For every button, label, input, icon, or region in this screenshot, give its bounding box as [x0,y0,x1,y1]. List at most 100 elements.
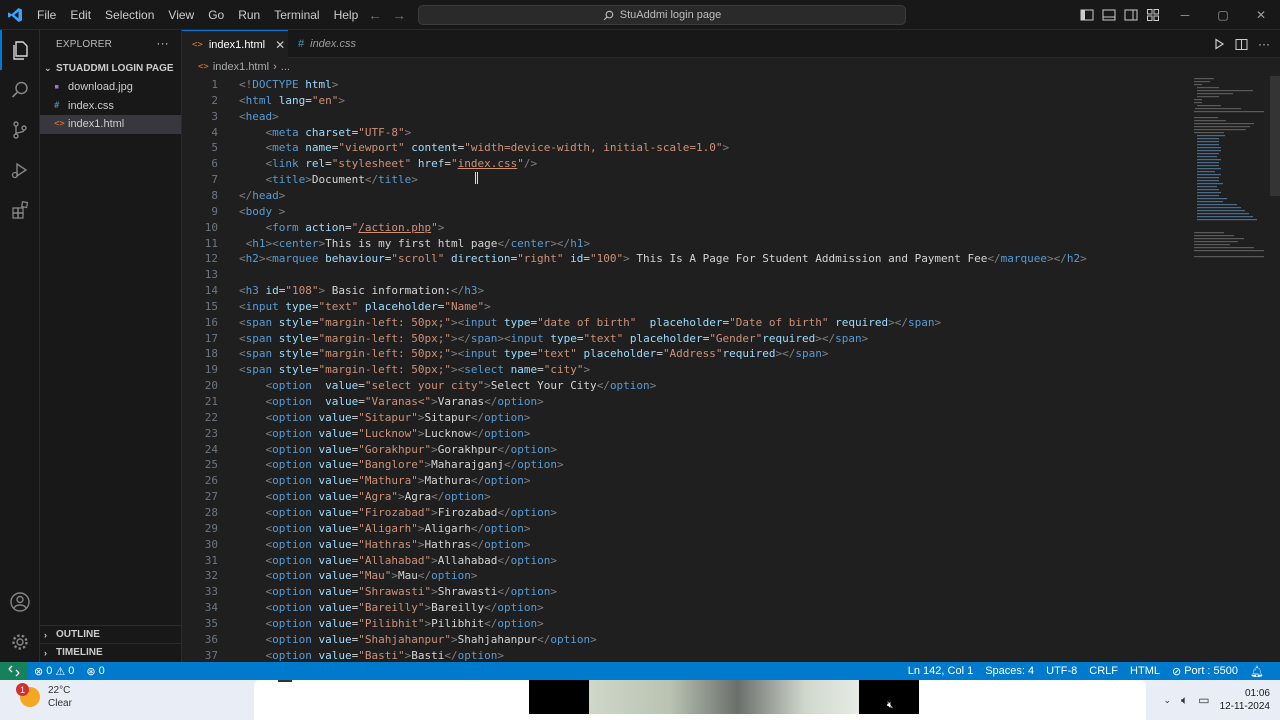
toggle-primary-sidebar-icon[interactable] [1080,8,1094,22]
battery-icon[interactable]: ▭ [1198,693,1209,707]
workspace-folder[interactable]: ⌄ STUADDMI LOGIN PAGE [40,58,181,78]
code-line[interactable]: 26 <option value="Mathura">Mathura</opti… [182,473,1192,489]
code-editor[interactable]: 1 <!DOCTYPE html> 2 <html lang="en"> 3 <head>… [182,76,1192,662]
code-line[interactable]: 3 <head> [182,109,1192,125]
editor-scrollbar[interactable] [1268,76,1280,662]
run-debug-icon[interactable] [0,150,40,190]
code-line[interactable]: 10 <form action="/action.php"> [182,220,1192,236]
scrollbar-thumb[interactable] [1270,76,1280,196]
mute-icon[interactable]: 🔇︎ [887,700,893,711]
ports-indicator[interactable]: ⊛ 0 [80,665,110,678]
timeline-section[interactable]: › TIMELINE [40,643,182,661]
code-line[interactable]: 36 <option value="Shahjahanpur">Shahjaha… [182,632,1192,648]
manage-gear-icon[interactable] [0,622,40,662]
code-line[interactable]: 27 <option value="Agra">Agra</option> [182,489,1192,505]
code-line[interactable]: 22 <option value="Sitapur">Sitapur</opti… [182,410,1192,426]
code-line[interactable]: 29 <option value="Aligarh">Aligarh</opti… [182,521,1192,537]
accounts-icon[interactable] [0,582,40,622]
problems-indicator[interactable]: ⊗ 0 ⚠ 0 [28,665,80,678]
code-line[interactable]: 33 <option value="Shrawasti">Shrawasti</… [182,584,1192,600]
more-actions-icon[interactable]: ··· [1258,37,1270,51]
menu-file[interactable]: File [30,0,63,30]
outline-section[interactable]: › OUTLINE [40,625,182,643]
code-line[interactable]: 5 <meta name="viewport" content="width=d… [182,140,1192,156]
customize-layout-icon[interactable] [1146,8,1160,22]
code-line[interactable]: 30 <option value="Hathras">Hathras</opti… [182,537,1192,553]
explorer-icon[interactable] [0,30,40,70]
code-line[interactable]: 17 <span style="margin-left: 50px;"></spa… [182,331,1192,347]
code-line[interactable]: 19 <span style="margin-left: 50px;"><sele… [182,362,1192,378]
menu-run[interactable]: Run [231,0,267,30]
code-line[interactable]: 11 <h1><center>This is my first html pag… [182,236,1192,252]
code-line[interactable]: 8 </head> [182,188,1192,204]
code-line[interactable]: 31 <option value="Allahabad">Allahabad</… [182,553,1192,569]
extensions-icon[interactable] [0,190,40,230]
minimap[interactable] [1192,76,1268,662]
code-line[interactable]: 4 <meta charset="UTF-8"> [182,125,1192,141]
back-arrow-icon[interactable]: ← [368,7,382,23]
code-line[interactable]: 2 <html lang="en"> [182,93,1192,109]
close-window-icon[interactable]: ✕ [1242,0,1280,30]
code-line[interactable]: 24 <option value="Gorakhpur">Gorakhpur</… [182,442,1192,458]
command-center-search[interactable]: StuAddmi login page [418,5,906,25]
code-line[interactable]: 18 <span style="margin-left: 50px;"><inpu… [182,346,1192,362]
code-line[interactable]: 20 <option value="select your city">Sele… [182,378,1192,394]
clock[interactable]: 01:06 12-11-2024 [1220,687,1270,713]
more-actions-icon[interactable]: ··· [156,36,169,50]
breadcrumb-file[interactable]: index1.html [213,61,269,73]
volume-icon[interactable]: 🔈︎ [1181,693,1188,708]
indentation[interactable]: Spaces: 4 [979,665,1040,677]
chevron-up-icon[interactable]: ⌄ [1163,695,1171,706]
code-line[interactable]: 25 <option value="Banglore">Maharajganj<… [182,457,1192,473]
code-line[interactable]: 14 <h3 id="108"> Basic information:</h3> [182,283,1192,299]
code-line[interactable]: 34 <option value="Bareilly">Bareilly</op… [182,600,1192,616]
code-line[interactable]: 9 <body > [182,204,1192,220]
end-of-line[interactable]: CRLF [1083,665,1124,677]
close-icon[interactable]: ✕ [275,38,285,52]
code-line[interactable]: 35 <option value="Pilibhit">Pilibhit</op… [182,616,1192,632]
menu-edit[interactable]: Edit [63,0,98,30]
code-token: > [583,236,591,250]
code-line[interactable]: 21 <option value="Varanas<">Varanas</opt… [182,394,1192,410]
cursor-position[interactable]: Ln 142, Col 1 [902,665,979,677]
weather-widget[interactable]: 1 22°C Clear [16,683,72,710]
toggle-panel-icon[interactable] [1102,8,1116,22]
language-mode[interactable]: HTML [1124,665,1166,677]
menu-go[interactable]: Go [201,0,231,30]
line-number: 21 [204,395,218,408]
code-line[interactable]: 1 <!DOCTYPE html> [182,77,1192,93]
toggle-secondary-sidebar-icon[interactable] [1124,8,1138,22]
encoding[interactable]: UTF-8 [1040,665,1083,677]
code-line[interactable]: 23 <option value="Lucknow">Lucknow</opti… [182,426,1192,442]
forward-arrow-icon[interactable]: → [392,7,406,23]
notifications-bell-icon[interactable]: 🔔︎ [1244,665,1270,678]
source-control-icon[interactable] [0,110,40,150]
breadcrumb-more[interactable]: ... [281,61,290,73]
remote-indicator-icon[interactable] [0,662,28,680]
menu-terminal[interactable]: Terminal [267,0,326,30]
code-line[interactable]: 37 <option value="Basti">Basti</option> [182,648,1192,662]
minimize-icon[interactable]: ─ [1166,0,1204,30]
tab-index1-html[interactable]: <> index1.html ✕ [182,30,288,58]
code-line[interactable]: 32 <option value="Mau">Mau</option> [182,568,1192,584]
file-item-download-jpg[interactable]: ▪ download.jpg [40,78,181,97]
code-line[interactable]: 15 <input type="text" placeholder="Name"> [182,299,1192,315]
tab-index-css[interactable]: # index.css [288,30,388,58]
file-item-index1-html[interactable]: <> index1.html [40,115,181,134]
menu-selection[interactable]: Selection [98,0,161,30]
maximize-icon[interactable]: ▢ [1204,0,1242,30]
code-line[interactable]: 28 <option value="Firozabad">Firozabad</… [182,505,1192,521]
code-line[interactable]: 12 <h2><marquee behaviour="scroll" direct… [182,251,1192,267]
code-line[interactable]: 6 <link rel="stylesheet" href="index.css… [182,156,1192,172]
menu-view[interactable]: View [161,0,201,30]
menu-help[interactable]: Help [327,0,366,30]
file-item-index-css[interactable]: # index.css [40,97,181,116]
run-icon[interactable] [1213,38,1225,50]
code-line[interactable]: 7 <title>Document</title> [182,172,1192,188]
split-editor-icon[interactable] [1235,38,1248,51]
code-line[interactable]: 16 <span style="margin-left: 50px;"><inpu… [182,315,1192,331]
live-server-port[interactable]: ⊘ Port : 5500 [1166,665,1244,678]
search-icon[interactable] [0,70,40,110]
code-line[interactable]: 13 [182,267,1192,283]
